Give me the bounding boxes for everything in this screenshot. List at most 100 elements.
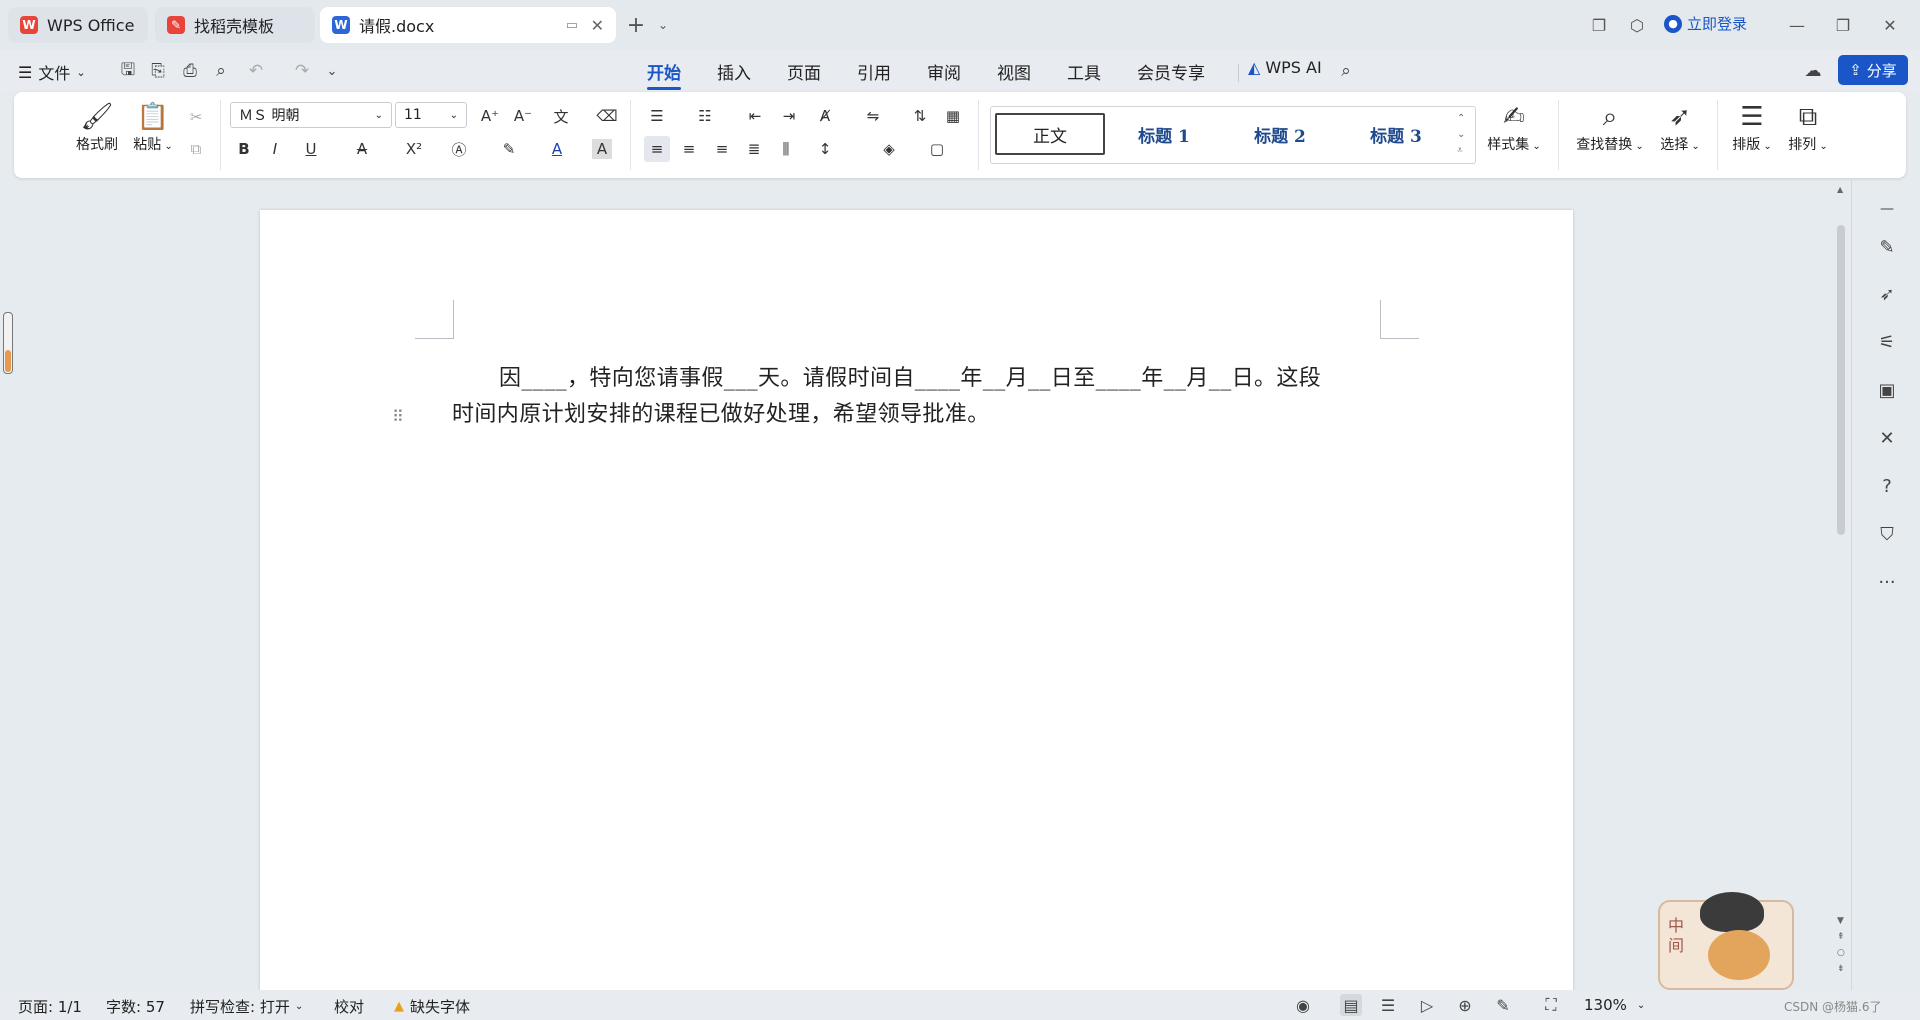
arrange-button[interactable]: ⧉ 排列 ⌄ <box>1780 100 1836 154</box>
tab-tools[interactable]: 工具 <box>1067 58 1101 84</box>
cube-icon[interactable]: ⬡ <box>1624 12 1650 38</box>
page-view-icon[interactable]: ▤ <box>1340 994 1362 1016</box>
tab-wps-office[interactable]: W WPS Office <box>8 7 148 43</box>
cut-icon[interactable]: ✂ <box>183 104 209 130</box>
page-count[interactable]: 页面: 1/1 <box>18 996 82 1017</box>
shirt-icon[interactable]: ⛉ <box>1874 521 1900 547</box>
align-right-icon[interactable]: ≡ <box>709 136 735 162</box>
window-layout-icon[interactable]: ❐ <box>1586 12 1612 38</box>
eye-icon[interactable]: ◉ <box>1292 994 1314 1016</box>
select-button[interactable]: ➶ 选择 ⌄ <box>1652 100 1708 154</box>
format-icon[interactable]: ⎘ <box>146 59 170 83</box>
paste-button[interactable]: 📋 粘贴 ⌄ <box>130 100 176 154</box>
distributed-icon[interactable]: ⫼ <box>773 136 799 162</box>
scroll-up-icon[interactable]: ▲ <box>1837 185 1843 194</box>
quick-access-chevron-icon[interactable]: ⌄ <box>320 59 344 83</box>
increase-indent-icon[interactable]: ⇥ <box>776 103 802 129</box>
sort-az-icon[interactable]: ⇅ <box>907 103 933 129</box>
underline-icon[interactable]: U <box>298 136 324 162</box>
decrease-indent-icon[interactable]: ⇤ <box>742 103 768 129</box>
comment-icon[interactable]: ☁ <box>1801 59 1825 83</box>
image-edit-icon[interactable]: ▣ <box>1874 377 1900 403</box>
sliders-icon[interactable]: ⚟ <box>1874 329 1900 355</box>
save-icon[interactable]: 🖫 <box>116 59 140 83</box>
grow-font-icon[interactable]: A⁺ <box>477 103 503 129</box>
justify-icon[interactable]: ≣ <box>741 136 767 162</box>
chevron-down-icon[interactable]: ⌄ <box>650 12 676 38</box>
collapse-panel-icon[interactable]: — <box>1874 196 1900 222</box>
share-button[interactable]: ⇪ 分享 <box>1838 55 1908 85</box>
tab-view[interactable]: 视图 <box>997 58 1031 84</box>
play-icon[interactable]: ▷ <box>1416 994 1438 1016</box>
print-preview-icon[interactable]: ⌕ <box>209 59 233 83</box>
font-color-icon[interactable]: A <box>544 136 570 162</box>
tools-icon[interactable]: ✕ <box>1874 425 1900 451</box>
borders-icon[interactable]: ▢ <box>924 136 950 162</box>
paragraph-drag-handle-icon[interactable]: ⠿ <box>392 407 404 426</box>
style-heading-3[interactable]: 标题 3 <box>1341 113 1451 155</box>
style-normal[interactable]: 正文 <box>995 113 1105 155</box>
format-painter-button[interactable]: 🖌 格式刷 <box>72 100 122 154</box>
page-nav-icon[interactable]: ▼ ⇞ ○ ⇟ <box>1837 913 1845 977</box>
tab-page[interactable]: 页面 <box>787 58 821 84</box>
document-page[interactable]: ⠿ 因____，特向您请事假___天。请假时间自____年__月__日至____… <box>260 210 1573 1020</box>
tab-references[interactable]: 引用 <box>857 58 891 84</box>
left-scroll-handle[interactable] <box>3 312 13 374</box>
web-view-icon[interactable]: ⊕ <box>1454 994 1476 1016</box>
shading-icon[interactable]: ◈ <box>876 136 902 162</box>
print-icon[interactable]: ⎙ <box>178 59 202 83</box>
file-menu-button[interactable]: ☰ 文件 ⌄ <box>18 60 86 84</box>
font-name-select[interactable]: ＭＳ 明朝 ⌄ <box>230 102 392 128</box>
redo-icon[interactable]: ↷ <box>290 59 314 83</box>
show-marks-icon[interactable]: ▦ <box>940 103 966 129</box>
restore-icon[interactable]: ❐ <box>1830 12 1856 38</box>
shrink-font-icon[interactable]: A⁻ <box>510 103 536 129</box>
italic-icon[interactable]: I <box>262 136 288 162</box>
scrollbar-thumb[interactable] <box>1837 225 1845 535</box>
vertical-scrollbar[interactable]: ▲ ▼ ⇞ ○ ⇟ <box>1836 185 1846 985</box>
zoom-select[interactable]: 130% ⌄ <box>1584 996 1645 1014</box>
text-direction-icon[interactable]: Ⱥ <box>812 103 838 129</box>
align-left-icon[interactable]: ≡ <box>644 136 670 162</box>
strikethrough-icon[interactable]: A <box>349 136 375 162</box>
clear-format-icon[interactable]: ⌫ <box>594 103 620 129</box>
undo-icon[interactable]: ↶ <box>244 59 268 83</box>
numbered-list-icon[interactable]: ☷ <box>692 103 718 129</box>
login-button[interactable]: ● 立即登录 <box>1664 13 1747 34</box>
find-replace-button[interactable]: ⌕ 查找替换 ⌄ <box>1570 100 1650 154</box>
text-effect-icon[interactable]: Ⓐ <box>446 136 472 162</box>
search-icon[interactable]: ⌕ <box>1334 59 1358 83</box>
layout-button[interactable]: ☰ 排版 ⌄ <box>1726 100 1778 154</box>
more-icon[interactable]: ··· <box>1874 569 1900 595</box>
tab-document[interactable]: W 请假.docx ▭ ✕ <box>320 7 616 43</box>
word-count[interactable]: 字数: 57 <box>106 996 165 1017</box>
minimize-icon[interactable]: — <box>1784 12 1810 38</box>
tab-review[interactable]: 审阅 <box>927 58 961 84</box>
style-scroll-icon[interactable]: ⌃ ⌄ ⩡ <box>1457 111 1465 159</box>
spell-check-toggle[interactable]: 拼写检查: 打开 ⌄ <box>190 996 303 1017</box>
pen-icon[interactable]: ✎ <box>1874 234 1900 260</box>
phonetic-icon[interactable]: ⽂ <box>548 103 574 129</box>
sort-icon[interactable]: ⇋ <box>860 103 886 129</box>
document-paragraph-line-2[interactable]: 时间内原计划安排的课程已做好处理，希望领导批准。 <box>452 396 990 428</box>
monitor-icon[interactable]: ▭ <box>566 18 578 33</box>
align-center-icon[interactable]: ≡ <box>676 136 702 162</box>
new-tab-icon[interactable]: + <box>623 12 649 38</box>
missing-font-button[interactable]: ▲ 缺失字体 <box>394 996 470 1017</box>
line-spacing-icon[interactable]: ↕ <box>812 136 838 162</box>
close-window-icon[interactable]: ✕ <box>1877 12 1903 38</box>
bold-icon[interactable]: B <box>231 136 257 162</box>
tab-membership[interactable]: 会员专享 <box>1137 58 1205 84</box>
outline-view-icon[interactable]: ☰ <box>1377 994 1399 1016</box>
tab-insert[interactable]: 插入 <box>717 58 751 84</box>
superscript-icon[interactable]: X² <box>401 136 427 162</box>
char-shading-icon[interactable]: A <box>592 139 612 159</box>
help-icon[interactable]: ? <box>1874 473 1900 499</box>
wps-ai-button[interactable]: ◭ WPS AI <box>1248 58 1322 77</box>
close-tab-icon[interactable]: ✕ <box>591 16 604 35</box>
document-paragraph-line-1[interactable]: 因____，特向您请事假___天。请假时间自____年__月__日至____年_… <box>499 360 1321 392</box>
tab-template[interactable]: ✎ 找稻壳模板 <box>155 7 315 43</box>
pen-icon[interactable]: ✎ <box>1492 994 1514 1016</box>
highlight-icon[interactable]: ✎ <box>496 136 522 162</box>
style-heading-2[interactable]: 标题 2 <box>1225 113 1335 155</box>
